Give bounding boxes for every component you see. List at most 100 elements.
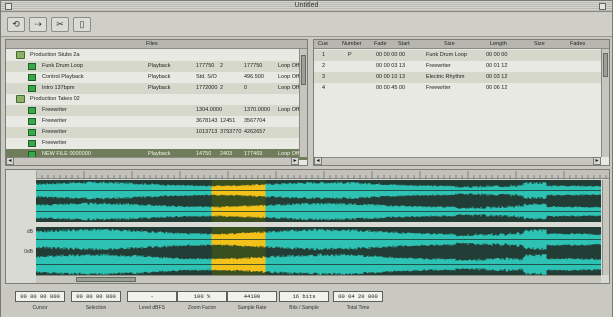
waveform-track-bottom[interactable]: [36, 227, 601, 277]
region-fade: P: [348, 52, 352, 58]
file-row[interactable]: Production Stubs 2a: [6, 50, 307, 61]
column-header[interactable]: Number: [342, 41, 362, 47]
region-name: Freewriter: [426, 85, 451, 91]
files-vertical-scrollbar[interactable]: [299, 49, 307, 157]
status-field[interactable]: 00 00 00 000: [15, 291, 65, 302]
status-field[interactable]: 00 04 20 000: [333, 291, 383, 302]
scrub-tool-icon[interactable]: ⇢: [29, 17, 47, 32]
audio-file-icon: [28, 118, 36, 125]
scroll-right-icon[interactable]: ▸: [291, 157, 299, 165]
status-field[interactable]: 44100: [227, 291, 277, 302]
status-label: Cursor: [32, 305, 48, 311]
region-length: 00 03 12: [486, 74, 508, 80]
file-row[interactable]: Funk Drum Loop Playback 177750 2 177750 Loop …: [6, 61, 307, 72]
region-row[interactable]: 1 P 00 00 00 00 Funk Drum Loop 00 00 00: [314, 50, 609, 61]
regions-vertical-scrollbar[interactable]: [601, 49, 609, 157]
file-row[interactable]: Freewriter 1013713 3793770 4262657: [6, 127, 307, 138]
cut-tool-icon[interactable]: ✂: [51, 17, 69, 32]
region-num: 1: [322, 52, 326, 58]
column-header[interactable]: Fade: [374, 41, 387, 47]
waveform-editor[interactable]: dB 0dB: [5, 169, 610, 284]
waveform-bottom: [36, 227, 601, 277]
region-row[interactable]: 4 00 00 45 00 Freewriter 00 06 12: [314, 83, 609, 94]
file-chan: 3793770: [220, 129, 242, 135]
status-field[interactable]: 00 00 00 000: [71, 291, 121, 302]
file-row[interactable]: Freewriter: [6, 138, 307, 149]
files-header-label: Files: [146, 41, 158, 47]
file-name: Intro 137bpm: [42, 85, 75, 91]
file-row[interactable]: Freewriter 1304.0000 1370.0000 Loop Off: [6, 105, 307, 116]
status-field[interactable]: -: [127, 291, 177, 302]
region-length: 00 01 12: [486, 63, 508, 69]
record-tool-icon[interactable]: ⟲: [7, 17, 25, 32]
scroll-thumb[interactable]: [76, 277, 136, 282]
file-bits: Loop Off: [278, 74, 299, 80]
file-size: 177750: [196, 63, 215, 69]
file-bits: Loop Off: [278, 63, 299, 69]
scroll-left-icon[interactable]: ◂: [314, 157, 322, 165]
status-label: Sample Rate: [237, 305, 267, 311]
region-name: Freewriter: [426, 63, 451, 69]
page-tool-icon[interactable]: ▯: [73, 17, 91, 32]
waveform-horizontal-scrollbar[interactable]: [36, 275, 601, 283]
region-start: 00 00 00 00: [376, 52, 406, 58]
status-label: Bits / Sample: [289, 305, 319, 311]
status-field[interactable]: 100 %: [177, 291, 227, 302]
status-label: Selection: [85, 305, 107, 311]
file-type: Playback: [148, 74, 171, 80]
top-track-scale: [6, 180, 36, 222]
toolbar: ⟲ ⇢ ✂ ▯: [1, 13, 612, 37]
title-bar[interactable]: Untitled: [1, 1, 612, 12]
waveform-top: [36, 180, 601, 222]
regions-header: Cue Number Fade Start Size Length Size Fades: [314, 40, 609, 49]
file-size: 1772000: [196, 85, 218, 91]
app-window: Untitled ⟲ ⇢ ✂ ▯ Files Production Stubs …: [0, 0, 613, 317]
column-header[interactable]: Size: [444, 41, 455, 47]
scroll-right-icon[interactable]: ▸: [593, 157, 601, 165]
column-header[interactable]: Length: [490, 41, 507, 47]
file-row[interactable]: Freewriter 3678143 12451 3567704: [6, 116, 307, 127]
file-size: 1013713: [196, 129, 218, 135]
column-header[interactable]: Start: [398, 41, 410, 47]
file-sr: 496.500: [244, 74, 264, 80]
status-field[interactable]: 16 bits: [279, 291, 329, 302]
file-name: Freewriter: [42, 118, 67, 124]
regions-horizontal-scrollbar[interactable]: ◂ ▸: [314, 157, 601, 165]
zoom-box[interactable]: [599, 3, 606, 10]
region-num: 2: [322, 63, 326, 69]
folder-icon: [16, 51, 25, 59]
time-ruler[interactable]: [35, 170, 609, 179]
region-start: 00 00 10 13: [376, 74, 406, 80]
file-name: Freewriter: [42, 129, 67, 135]
region-row[interactable]: 2 00 00 03 13 Freewriter 00 01 12: [314, 61, 609, 72]
file-row[interactable]: Production Takes 02: [6, 94, 307, 105]
file-name: Freewriter: [42, 107, 67, 113]
waveform-vertical-scrollbar[interactable]: [602, 180, 609, 275]
column-header[interactable]: Fades: [570, 41, 585, 47]
audio-file-icon: [28, 85, 36, 92]
file-type: Playback: [148, 85, 171, 91]
column-header[interactable]: Size: [534, 41, 545, 47]
region-row[interactable]: 3 00 00 10 13 Electric Rhythm 00 03 12: [314, 72, 609, 83]
bottom-track-scale: dB 0dB: [6, 227, 36, 277]
scroll-thumb[interactable]: [603, 53, 608, 77]
status-label: Level dBFS: [139, 305, 165, 311]
region-start: 00 00 45 00: [376, 85, 406, 91]
waveform-track-top[interactable]: [36, 180, 601, 222]
column-header[interactable]: Cue: [318, 41, 328, 47]
file-name: Funk Drum Loop: [42, 63, 83, 69]
scroll-left-icon[interactable]: ◂: [6, 157, 14, 165]
file-size: 1304.0000: [196, 107, 222, 113]
file-name: Control Playback: [42, 74, 84, 80]
region-num: 4: [322, 85, 326, 91]
file-sr: 177750: [244, 63, 263, 69]
audio-file-icon: [28, 74, 36, 81]
region-start: 00 00 03 13: [376, 63, 406, 69]
file-sr: 1370.0000: [244, 107, 270, 113]
file-chan: 12451: [220, 118, 236, 124]
file-row[interactable]: Control Playback Playback Std. S/O 496.500 L…: [6, 72, 307, 83]
file-row[interactable]: Intro 137bpm Playback 1772000 2 0 Loop Off: [6, 83, 307, 94]
scroll-thumb[interactable]: [301, 55, 306, 85]
files-horizontal-scrollbar[interactable]: ◂ ▸: [6, 157, 299, 165]
file-name: Freewriter: [42, 140, 67, 146]
